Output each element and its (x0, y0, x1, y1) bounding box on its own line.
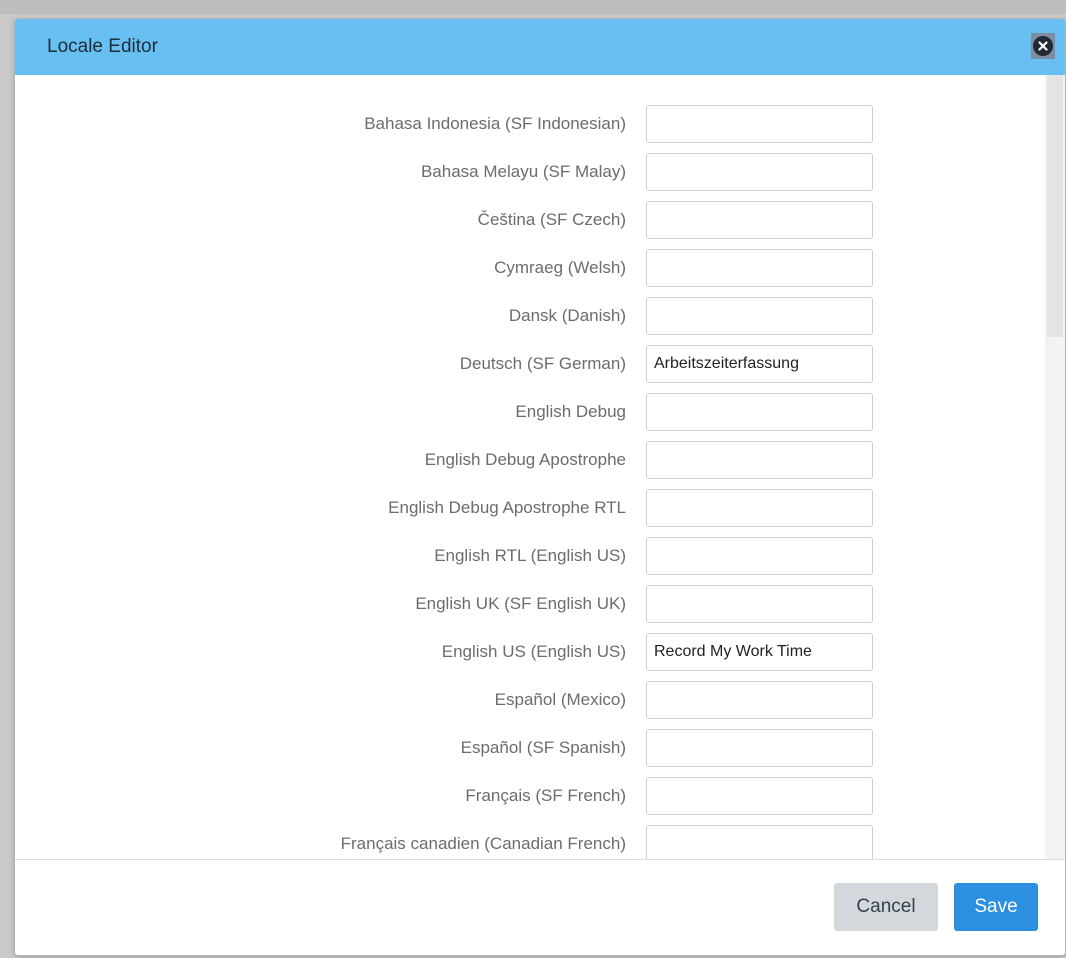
locale-row: Dansk (Danish) (15, 297, 1045, 335)
locale-input[interactable] (646, 153, 873, 191)
locale-input[interactable] (646, 633, 873, 671)
locale-label: English US (English US) (441, 642, 626, 661)
locale-row: Cymraeg (Welsh) (15, 249, 1045, 287)
locale-row: English UK (SF English UK) (15, 585, 1045, 623)
locale-input[interactable] (646, 393, 873, 431)
locale-row: English Debug Apostrophe (15, 441, 1045, 479)
locale-row: English RTL (English US) (15, 537, 1045, 575)
locale-label: English RTL (English US) (434, 546, 626, 565)
locale-label: Français canadien (Canadian French) (340, 834, 626, 853)
locale-input[interactable] (646, 489, 873, 527)
locale-row: Deutsch (SF German) (15, 345, 1045, 383)
locale-input[interactable] (646, 345, 873, 383)
locale-row: English Debug Apostrophe RTL (15, 489, 1045, 527)
vertical-scrollbar[interactable] (1045, 75, 1065, 859)
locale-label: Cymraeg (Welsh) (494, 258, 626, 277)
locale-row: Bahasa Melayu (SF Malay) (15, 153, 1045, 191)
locale-label: Deutsch (SF German) (459, 354, 626, 373)
locale-input[interactable] (646, 201, 873, 239)
scrollbar-thumb[interactable] (1047, 75, 1063, 337)
locale-row: Français (SF French) (15, 777, 1045, 815)
close-icon (1033, 36, 1053, 56)
locale-input[interactable] (646, 249, 873, 287)
locale-input[interactable] (646, 441, 873, 479)
locale-row: Español (SF Spanish) (15, 729, 1045, 767)
locale-input[interactable] (646, 105, 873, 143)
locale-row: English Debug (15, 393, 1045, 431)
backdrop (0, 0, 1066, 14)
locale-editor-dialog: Locale Editor Bahasa Indonesia (SF Indon… (15, 19, 1065, 955)
dialog-header: Locale Editor (15, 19, 1065, 75)
locale-input[interactable] (646, 537, 873, 575)
locale-label: Čeština (SF Czech) (477, 210, 626, 229)
locale-input[interactable] (646, 681, 873, 719)
locale-label: Español (Mexico) (494, 690, 626, 709)
save-button[interactable]: Save (954, 883, 1038, 931)
locale-input[interactable] (646, 297, 873, 335)
locale-input[interactable] (646, 825, 873, 859)
locale-row: Español (Mexico) (15, 681, 1045, 719)
locale-label: Dansk (Danish) (508, 306, 626, 325)
locale-label: English Debug Apostrophe RTL (388, 498, 626, 517)
locale-input[interactable] (646, 777, 873, 815)
locale-label: Français (SF French) (465, 786, 626, 805)
locale-row: English US (English US) (15, 633, 1045, 671)
locale-form: Bahasa Indonesia (SF Indonesian) Bahasa … (15, 75, 1045, 859)
locale-label: English Debug (515, 402, 626, 421)
locale-row: Bahasa Indonesia (SF Indonesian) (15, 105, 1045, 143)
locale-label: Español (SF Spanish) (460, 738, 626, 757)
close-button[interactable] (1031, 33, 1055, 59)
locale-label: Bahasa Melayu (SF Malay) (420, 162, 626, 181)
locale-label: Bahasa Indonesia (SF Indonesian) (364, 114, 626, 133)
locale-input[interactable] (646, 585, 873, 623)
locale-row: Čeština (SF Czech) (15, 201, 1045, 239)
dialog-footer: Cancel Save (15, 859, 1065, 955)
dialog-title: Locale Editor (47, 36, 158, 57)
cancel-button[interactable]: Cancel (834, 883, 938, 931)
locale-label: English UK (SF English UK) (415, 594, 626, 613)
locale-row: Français canadien (Canadian French) (15, 825, 1045, 859)
locale-label: English Debug Apostrophe (424, 450, 626, 469)
locale-input[interactable] (646, 729, 873, 767)
